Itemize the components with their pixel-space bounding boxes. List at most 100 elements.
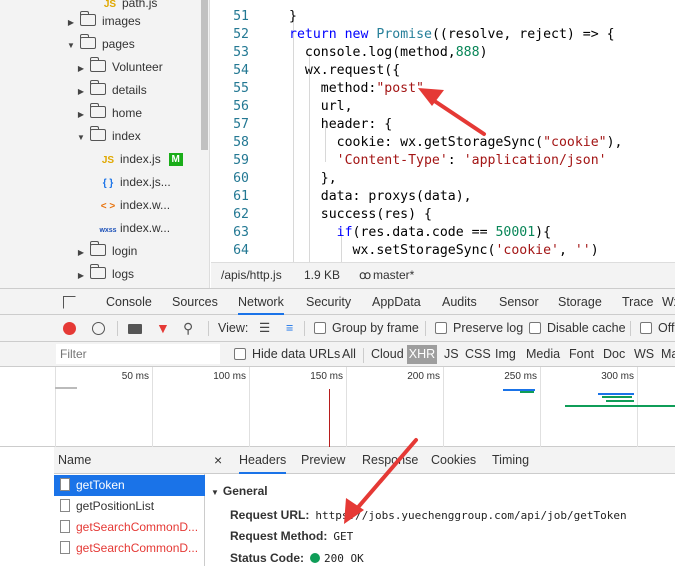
inspect-element-icon[interactable] — [63, 296, 76, 309]
tree-item-login[interactable]: ▶ login — [76, 240, 137, 262]
screenshot-camera-icon[interactable] — [128, 324, 142, 334]
name-column-header[interactable]: Name — [54, 447, 205, 474]
network-overview-timeline[interactable]: 50 ms 100 ms 150 ms 200 ms 250 ms 300 ms — [0, 367, 675, 447]
chevron-right-icon: ▶ — [77, 248, 85, 257]
chevron-right-icon: ▶ — [77, 87, 85, 96]
code-line: 55 method:"post", — [233, 81, 432, 96]
code-line: 63 if(res.data.code == 50001){ — [233, 225, 552, 240]
load-event-marker — [329, 389, 330, 447]
tree-item-index-js[interactable]: JS index.js M — [98, 148, 183, 170]
git-branch[interactable]: master* — [373, 263, 414, 288]
folder-icon — [90, 264, 106, 279]
request-row-gettoken[interactable]: getToken — [54, 475, 205, 496]
tab-trace[interactable]: Trace — [622, 289, 654, 315]
search-icon[interactable]: ⚲ — [183, 315, 193, 342]
tab-response[interactable]: Response — [362, 447, 418, 474]
chevron-right-icon: ▶ — [67, 18, 75, 27]
type-filter-doc[interactable]: Doc — [603, 342, 625, 367]
request-row-getsearchcommon-1[interactable]: getSearchCommonD... — [54, 517, 205, 538]
file-path: /apis/http.js — [221, 268, 282, 282]
checkbox-box — [435, 322, 447, 334]
clear-icon[interactable] — [92, 322, 105, 335]
code-text: method:"post", — [289, 81, 432, 96]
folder-icon — [90, 57, 106, 72]
tree-item-details[interactable]: ▶ details — [76, 79, 147, 101]
disable-cache-checkbox[interactable]: Disable cache — [529, 315, 626, 342]
type-filter-img[interactable]: Img — [495, 342, 516, 367]
timeline-tick — [55, 367, 56, 447]
waterfall-view-icon[interactable]: ≡ — [286, 315, 293, 342]
code-line: 58 cookie: wx.getStorageSync("cookie"), — [233, 135, 623, 150]
file-size: 1.9 KB — [304, 268, 341, 282]
tab-headers[interactable]: Headers — [239, 447, 287, 474]
tab-timing[interactable]: Timing — [492, 447, 529, 474]
tree-item-index-wxml[interactable]: < > index.w... — [98, 194, 170, 216]
group-by-frame-checkbox[interactable]: Group by frame — [314, 315, 419, 342]
type-filter-cloud[interactable]: Cloud — [371, 342, 404, 367]
tab-appdata[interactable]: AppData — [372, 289, 421, 315]
hide-data-urls-checkbox[interactable]: Hide data URLs — [234, 342, 340, 367]
tick-label: 250 ms — [504, 371, 537, 382]
timeline-tick — [637, 367, 638, 447]
code-text: return new Promise((resolve, reject) => … — [289, 27, 615, 42]
record-icon[interactable] — [63, 322, 76, 335]
tab-cookies[interactable]: Cookies — [431, 447, 476, 474]
tree-item-logs[interactable]: ▶ logs — [76, 263, 134, 285]
tab-audits[interactable]: Audits — [442, 289, 477, 315]
type-filter-font[interactable]: Font — [569, 342, 594, 367]
code-line: 54 wx.request({ — [233, 63, 401, 78]
tab-preview[interactable]: Preview — [301, 447, 345, 474]
code-line: 60 }, — [233, 171, 337, 186]
large-rows-icon[interactable]: ☰ — [259, 315, 270, 342]
offline-checkbox[interactable]: Off — [640, 315, 674, 342]
wxss-file-icon: wxss — [99, 227, 117, 234]
tree-item-index-wxss[interactable]: wxss index.w... — [98, 217, 170, 239]
code-line: 64 wx.setStorageSync('cookie', '') — [233, 243, 599, 258]
filter-funnel-icon[interactable]: ▼ — [156, 315, 170, 342]
code-editor[interactable]: 51} 52 return new Promise((resolve, rejec… — [211, 0, 675, 262]
type-filter-css[interactable]: CSS — [465, 342, 491, 367]
code-text: if(res.data.code == 50001){ — [336, 225, 552, 240]
type-filter-manifest[interactable]: Ma — [661, 342, 675, 367]
tab-sensor[interactable]: Sensor — [499, 289, 539, 315]
tree-item-index-json[interactable]: { } index.js... — [98, 171, 171, 193]
tab-console[interactable]: Console — [106, 289, 152, 315]
folder-icon — [90, 103, 106, 118]
tree-item-images[interactable]: ▶ images — [66, 10, 141, 32]
request-url-row: Request URL: https://jobs.yuechenggroup.c… — [230, 508, 627, 522]
preserve-log-checkbox[interactable]: Preserve log — [435, 315, 523, 342]
close-icon[interactable]: × — [214, 447, 222, 474]
tree-item-pages[interactable]: ▼ pages — [66, 33, 135, 55]
tree-item-volunteer[interactable]: ▶ Volunteer — [76, 56, 163, 78]
chevron-down-icon: ▼ — [77, 133, 85, 142]
folder-icon — [90, 80, 106, 95]
general-section-header[interactable]: ▼ General — [211, 484, 268, 498]
timeline-bar — [598, 393, 634, 395]
request-list: Name getToken getPositionList getSearchC… — [54, 447, 205, 566]
tab-security[interactable]: Security — [306, 289, 351, 315]
checkbox-box — [234, 348, 246, 360]
tick-label: 50 ms — [121, 371, 149, 382]
type-filter-media[interactable]: Media — [526, 342, 560, 367]
request-row-getpositionlist[interactable]: getPositionList — [54, 496, 205, 517]
tree-item-home[interactable]: ▶ home — [76, 102, 142, 124]
type-filter-ws[interactable]: WS — [634, 342, 654, 367]
tick-label: 150 ms — [310, 371, 343, 382]
js-file-icon: JS — [101, 155, 115, 166]
tree-item-index[interactable]: ▼ index — [76, 125, 141, 147]
type-filter-all[interactable]: All — [342, 342, 356, 367]
request-row-getsearchcommon-2[interactable]: getSearchCommonD... — [54, 538, 205, 559]
wxml-file-icon: < > — [100, 201, 116, 212]
file-tree: JS path.js ▶ images ▼ pages ▶ Volunteer ▶ det… — [0, 0, 210, 288]
details-tab-bar: × Headers Preview Response Cookies Timin… — [205, 447, 675, 474]
chevron-down-icon: ▼ — [67, 41, 75, 50]
type-filter-xhr[interactable]: XHR — [407, 345, 437, 364]
tab-network[interactable]: Network — [238, 289, 284, 315]
tab-sources[interactable]: Sources — [172, 289, 218, 315]
tree-scrollbar[interactable] — [201, 0, 208, 150]
filter-input[interactable] — [56, 344, 220, 364]
file-icon — [60, 478, 70, 491]
type-filter-js[interactable]: JS — [444, 342, 459, 367]
tab-wxml[interactable]: Wx — [662, 289, 675, 315]
tab-storage[interactable]: Storage — [558, 289, 602, 315]
